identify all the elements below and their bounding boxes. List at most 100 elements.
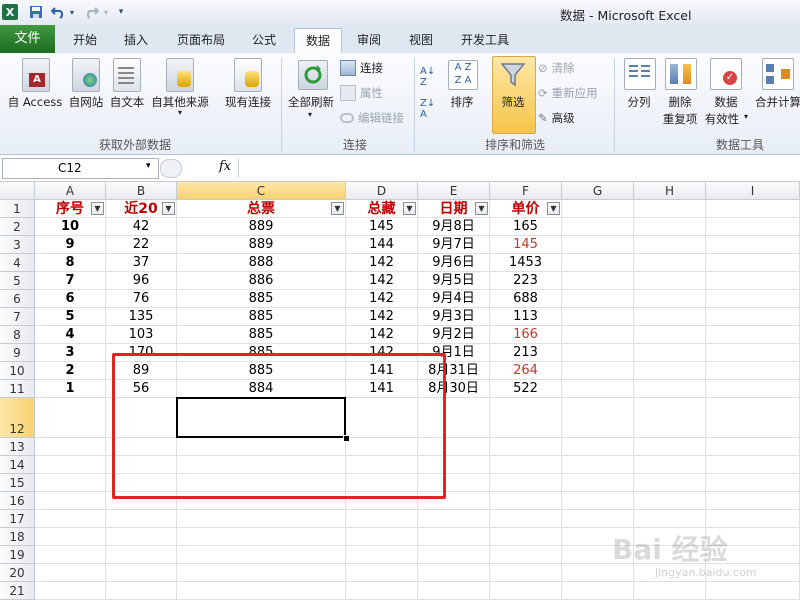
data-cell-f[interactable]: 213: [490, 344, 562, 362]
undo-icon[interactable]: [50, 4, 66, 20]
row-header[interactable]: 21: [0, 582, 35, 600]
table-cell[interactable]: [490, 474, 562, 492]
table-cell[interactable]: [490, 582, 562, 600]
table-cell[interactable]: [562, 438, 634, 456]
data-cell-f[interactable]: 145: [490, 236, 562, 254]
table-cell[interactable]: [346, 564, 418, 582]
table-cell[interactable]: [177, 564, 346, 582]
table-cell[interactable]: [177, 528, 346, 546]
table-cell[interactable]: [490, 398, 562, 438]
data-cell-f[interactable]: 223: [490, 272, 562, 290]
table-cell[interactable]: [418, 510, 490, 528]
table-cell[interactable]: [562, 200, 634, 218]
table-cell[interactable]: [418, 546, 490, 564]
data-cell-b[interactable]: 135: [106, 308, 177, 326]
data-cell-b[interactable]: 76: [106, 290, 177, 308]
column-header[interactable]: D: [346, 182, 418, 200]
data-cell-c[interactable]: 886: [177, 272, 346, 290]
row-header[interactable]: 13: [0, 438, 35, 456]
row-header[interactable]: 7: [0, 308, 35, 326]
tab-home[interactable]: 开始: [63, 28, 107, 52]
filter-dropdown-icon[interactable]: ▼: [475, 202, 488, 215]
column-header[interactable]: I: [706, 182, 800, 200]
table-cell[interactable]: [35, 528, 106, 546]
table-cell[interactable]: [634, 380, 706, 398]
filter-dropdown-icon[interactable]: ▼: [403, 202, 416, 215]
tab-view[interactable]: 视图: [399, 28, 443, 52]
data-cell-a[interactable]: 7: [35, 272, 106, 290]
data-cell-d[interactable]: 142: [346, 308, 418, 326]
row-header[interactable]: 12: [0, 398, 35, 438]
data-cell-d[interactable]: 142: [346, 254, 418, 272]
table-cell[interactable]: [562, 492, 634, 510]
table-cell[interactable]: [562, 290, 634, 308]
table-cell[interactable]: [177, 546, 346, 564]
header-cell[interactable]: 近20 ▼: [106, 200, 177, 218]
table-cell[interactable]: [35, 438, 106, 456]
data-cell-d[interactable]: 142: [346, 290, 418, 308]
table-cell[interactable]: [706, 474, 800, 492]
column-header[interactable]: E: [418, 182, 490, 200]
table-cell[interactable]: [562, 456, 634, 474]
data-cell-e[interactable]: 9月4日: [418, 290, 490, 308]
row-header[interactable]: 4: [0, 254, 35, 272]
row-header[interactable]: 1: [0, 200, 35, 218]
tab-page-layout[interactable]: 页面布局: [166, 28, 236, 52]
data-cell-e[interactable]: 9月6日: [418, 254, 490, 272]
filter-dropdown-icon[interactable]: ▼: [162, 202, 175, 215]
advanced-button[interactable]: ✎ 高级: [538, 110, 575, 126]
data-cell-d[interactable]: 142: [346, 272, 418, 290]
table-cell[interactable]: [706, 510, 800, 528]
reapply-button[interactable]: ⟳ 重新应用: [538, 85, 598, 101]
insert-function-icon[interactable]: fx: [219, 159, 231, 174]
row-header[interactable]: 6: [0, 290, 35, 308]
row-header[interactable]: 2: [0, 218, 35, 236]
table-cell[interactable]: [706, 326, 800, 344]
data-cell-c[interactable]: 889: [177, 218, 346, 236]
table-cell[interactable]: [106, 510, 177, 528]
data-cell-a[interactable]: 3: [35, 344, 106, 362]
row-header[interactable]: 5: [0, 272, 35, 290]
table-cell[interactable]: [634, 308, 706, 326]
excel-icon[interactable]: X: [2, 4, 18, 20]
table-cell[interactable]: [706, 362, 800, 380]
table-cell[interactable]: [35, 582, 106, 600]
header-cell[interactable]: 序号 ▼: [35, 200, 106, 218]
table-cell[interactable]: [177, 510, 346, 528]
table-cell[interactable]: [562, 474, 634, 492]
table-cell[interactable]: [706, 290, 800, 308]
table-cell[interactable]: [634, 254, 706, 272]
table-cell[interactable]: [706, 380, 800, 398]
table-cell[interactable]: [562, 398, 634, 438]
table-cell[interactable]: [562, 218, 634, 236]
filter-dropdown-icon[interactable]: ▼: [331, 202, 344, 215]
formula-input[interactable]: [238, 158, 799, 177]
data-cell-c[interactable]: 889: [177, 236, 346, 254]
table-cell[interactable]: [634, 236, 706, 254]
table-cell[interactable]: [706, 272, 800, 290]
header-cell[interactable]: 日期 ▼: [418, 200, 490, 218]
row-header[interactable]: 9: [0, 344, 35, 362]
sort-a-z-icon[interactable]: A↓ Z: [420, 66, 435, 88]
data-cell-b[interactable]: 37: [106, 254, 177, 272]
redo-icon[interactable]: [84, 4, 100, 20]
table-cell[interactable]: [706, 218, 800, 236]
formula-bar-resize-handle[interactable]: [160, 159, 182, 178]
column-header[interactable]: A: [35, 182, 106, 200]
table-cell[interactable]: [346, 528, 418, 546]
row-header[interactable]: 14: [0, 456, 35, 474]
data-cell-a[interactable]: 8: [35, 254, 106, 272]
table-cell[interactable]: [634, 582, 706, 600]
tab-file[interactable]: 文件: [0, 25, 55, 53]
data-cell-a[interactable]: 4: [35, 326, 106, 344]
row-header[interactable]: 18: [0, 528, 35, 546]
table-cell[interactable]: [706, 398, 800, 438]
name-box[interactable]: C12 ▾: [2, 158, 159, 179]
table-cell[interactable]: [490, 456, 562, 474]
table-cell[interactable]: [706, 344, 800, 362]
table-cell[interactable]: [706, 200, 800, 218]
filter-dropdown-icon[interactable]: ▼: [547, 202, 560, 215]
row-header[interactable]: 15: [0, 474, 35, 492]
column-header[interactable]: B: [106, 182, 177, 200]
data-cell-f[interactable]: 688: [490, 290, 562, 308]
